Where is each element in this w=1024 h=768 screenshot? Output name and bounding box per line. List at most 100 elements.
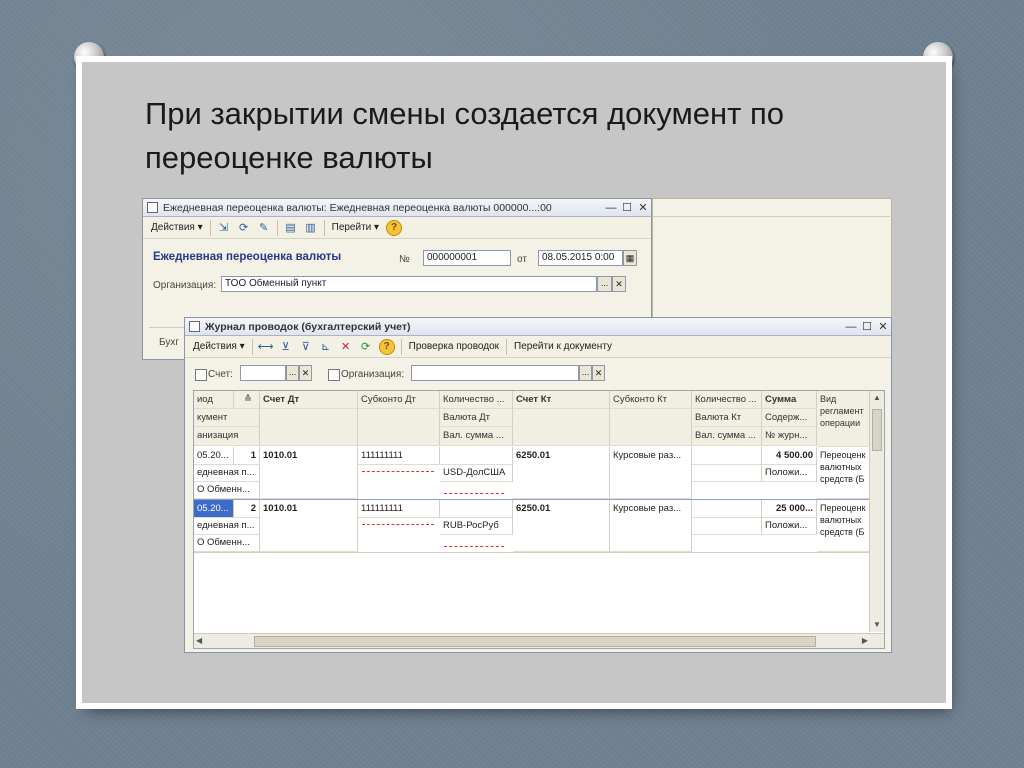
cell-currency-kt — [692, 464, 762, 482]
col-header-valsum-kt[interactable]: Вал. сумма ... — [692, 427, 762, 446]
col-header-op-type[interactable]: Вид регламент операции — [817, 391, 870, 447]
vertical-scrollbar[interactable]: ▲ ▼ — [869, 391, 884, 632]
write-document-icon[interactable]: ✎ — [256, 220, 272, 236]
cell-currency-dt: USD-ДолСША — [440, 464, 513, 482]
account-clear-icon[interactable]: ✕ — [299, 365, 312, 381]
journal-titlebar: Журнал проводок (бухгалтерский учет) — ☐… — [185, 318, 891, 336]
col-header-valsum-dt[interactable]: Вал. сумма ... — [440, 427, 513, 446]
toolbar-separator — [209, 219, 211, 236]
postings-table: иод ≙ Счет Дт Субконто Дт Количество ...… — [193, 390, 885, 649]
account-filter-field[interactable] — [240, 365, 286, 381]
filter-history-icon[interactable]: ⊾ — [318, 339, 334, 355]
window-icon — [147, 202, 158, 213]
clear-filter-icon[interactable]: ✕ — [338, 339, 354, 355]
col-header-qty-dt[interactable]: Количество ... — [440, 391, 513, 409]
organization-field[interactable]: ТОО Обменный пункт — [221, 276, 597, 292]
toolbar-separator — [506, 338, 508, 355]
col-header-organization[interactable]: анизация — [194, 427, 260, 446]
print-icon[interactable]: ▤ — [283, 220, 299, 236]
post-document-icon[interactable]: ⇲ — [216, 220, 232, 236]
close-icon[interactable]: ✕ — [635, 201, 651, 214]
col-header-document[interactable]: кумент — [194, 409, 260, 427]
col-header-subkonto-dt[interactable]: Субконто Дт — [358, 391, 440, 409]
org-filter-field[interactable] — [411, 365, 579, 381]
goto-document-button[interactable]: Перейти к документу — [510, 341, 616, 352]
date-field[interactable]: 08.05.2015 0:00 — [538, 250, 623, 266]
cell-content: Положи... — [762, 517, 817, 535]
account-filter-checkbox[interactable] — [195, 369, 207, 381]
actions-menu-button[interactable]: Действия ▾ — [189, 341, 249, 352]
cell-account-kt: 6250.01 — [513, 447, 610, 499]
col-header-currency-dt[interactable]: Валюта Дт — [440, 409, 513, 427]
col-header-op-type-label: Вид регламент операции — [820, 394, 864, 428]
check-postings-button[interactable]: Проверка проводок — [405, 341, 503, 352]
cell-subkonto-kt: Курсовые раз... — [610, 500, 692, 552]
goto-menu-button[interactable]: Перейти ▾ — [328, 222, 383, 233]
col-header-sum[interactable]: Сумма — [762, 391, 817, 409]
help-icon[interactable]: ? — [386, 219, 403, 236]
cell-row-number: 2 — [234, 500, 260, 518]
journal-window: Журнал проводок (бухгалтерский учет) — ☐… — [184, 317, 892, 653]
required-marker — [362, 469, 434, 472]
period-icon[interactable]: ⟷ — [258, 339, 274, 355]
background-form-strip-line — [652, 216, 890, 217]
col-header-account-kt[interactable]: Счет Кт — [513, 391, 610, 409]
scroll-down-icon[interactable]: ▼ — [870, 618, 884, 632]
document-tab-partial[interactable]: Бухг — [159, 337, 179, 348]
maximize-icon[interactable]: ☐ — [619, 201, 635, 214]
cell-sum: 4 500.00 — [762, 447, 817, 465]
calendar-icon[interactable]: ▦ — [623, 250, 637, 266]
scroll-left-icon[interactable]: ◀ — [196, 634, 202, 648]
help-icon[interactable]: ? — [378, 338, 395, 355]
col-header-qty-kt[interactable]: Количество ... — [692, 391, 762, 409]
filter-icon[interactable]: ⊻ — [278, 339, 294, 355]
required-marker — [444, 491, 504, 494]
toolbar-separator — [251, 338, 253, 355]
col-header-currency-kt[interactable]: Валюта Кт — [692, 409, 762, 427]
cell-qty-dt — [440, 447, 513, 465]
col-header-period[interactable]: иод — [194, 391, 234, 409]
table-row[interactable]: 05.20... 2 едневная п... О Обменн... 101… — [194, 500, 870, 553]
col-header-content[interactable]: Содерж... — [762, 409, 817, 427]
organization-select-button[interactable]: ... — [597, 276, 612, 292]
minimize-icon[interactable]: — — [603, 202, 619, 214]
structure-icon[interactable]: ▥ — [303, 220, 319, 236]
minimize-icon[interactable]: — — [843, 321, 859, 333]
col-header-sort-icon[interactable]: ≙ — [234, 391, 260, 409]
cell-organization: О Обменн... — [194, 534, 260, 552]
org-clear-icon[interactable]: ✕ — [592, 365, 605, 381]
horizontal-scrollbar[interactable]: ◀ ▶ — [194, 633, 884, 648]
document-window-title: Ежедневная переоценка валюты: Ежедневная… — [163, 201, 552, 214]
col-header-journal-number[interactable]: № журн... — [762, 427, 817, 446]
org-filter-checkbox[interactable] — [328, 369, 340, 381]
col-header-account-dt[interactable]: Счет Дт — [260, 391, 358, 409]
account-select-button[interactable]: ... — [286, 365, 299, 381]
close-icon[interactable]: ✕ — [875, 320, 891, 333]
scroll-thumb[interactable] — [872, 409, 882, 451]
cell-qty-kt — [692, 500, 762, 518]
cell-sum: 25 000... — [762, 500, 817, 518]
org-select-button[interactable]: ... — [579, 365, 592, 381]
col-header-blank-subk-kt — [610, 409, 692, 446]
cell-currency-dt: RUB-РосРуб — [440, 517, 513, 535]
org-filter-label: Организация: — [341, 369, 405, 380]
filter-by-value-icon[interactable]: ⊽ — [298, 339, 314, 355]
scroll-up-icon[interactable]: ▲ — [870, 391, 884, 405]
scroll-right-icon[interactable]: ▶ — [862, 634, 868, 648]
actions-menu-button[interactable]: Действия ▾ — [147, 222, 207, 233]
organization-clear-icon[interactable]: ✕ — [612, 276, 626, 292]
document-toolbar: Действия ▾ ⇲ ⟳ ✎ ▤ ▥ Перейти ▾ ? — [143, 217, 651, 239]
document-heading: Ежедневная переоценка валюты — [153, 251, 342, 263]
maximize-icon[interactable]: ☐ — [859, 320, 875, 333]
col-header-subkonto-kt[interactable]: Субконто Кт — [610, 391, 692, 409]
number-field[interactable]: 000000001 — [423, 250, 511, 266]
slide-title: При закрытии смены создается документ по… — [145, 96, 784, 175]
toolbar-separator — [323, 219, 325, 236]
cell-content: Положи... — [762, 464, 817, 482]
refresh-document-icon[interactable]: ⟳ — [236, 220, 252, 236]
table-row[interactable]: 05.20... 1 едневная п... О Обменн... 101… — [194, 447, 870, 500]
scroll-hthumb[interactable] — [254, 636, 816, 647]
cell-row-number: 1 — [234, 447, 260, 465]
cell-qty-dt — [440, 500, 513, 518]
refresh-icon[interactable]: ⟳ — [358, 339, 374, 355]
